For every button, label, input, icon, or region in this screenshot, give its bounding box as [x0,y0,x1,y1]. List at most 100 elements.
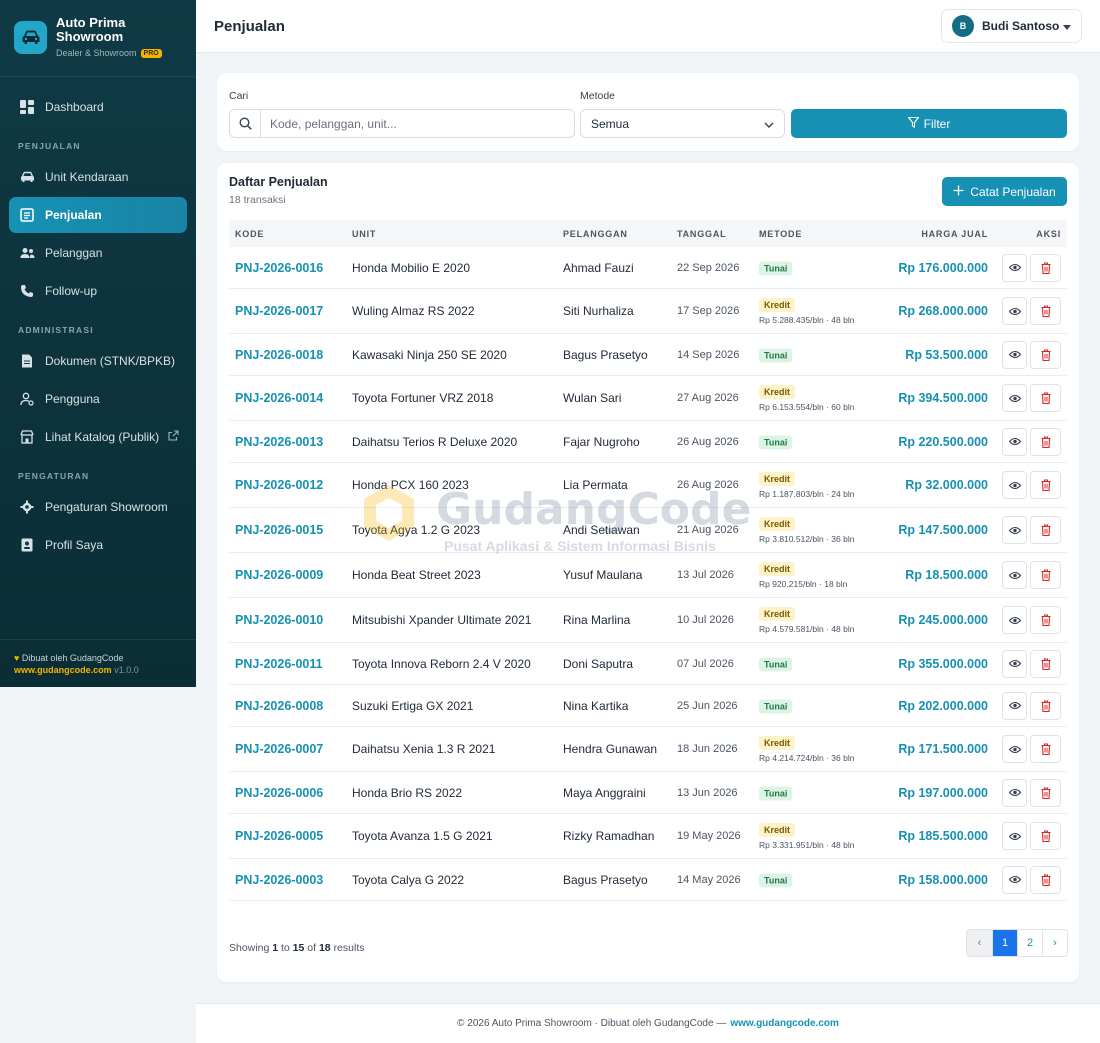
table-row[interactable]: PNJ-2026-0005 Toyota Avanza 1.5 G 2021 Riz… [229,814,1067,859]
sidebar-item-follow-up[interactable]: Follow-up [9,273,187,309]
table-row[interactable]: PNJ-2026-0009 Honda Beat Street 2023 Yusuf… [229,553,1067,598]
search-input[interactable] [261,116,561,131]
table-row[interactable]: PNJ-2026-0006 Honda Brio RS 2022 Maya Angg… [229,772,1067,814]
view-button[interactable] [1002,649,1027,678]
view-button[interactable] [1002,340,1027,369]
view-button[interactable] [1002,384,1027,412]
delete-button[interactable] [1030,735,1061,763]
page-2-button[interactable]: 2 [1017,930,1042,956]
view-button[interactable] [1002,253,1027,282]
view-button[interactable] [1002,691,1027,720]
table-row[interactable]: PNJ-2026-0003 Toyota Calya G 2022 Bagus Pr… [229,859,1067,901]
delete-button[interactable] [1030,865,1061,894]
delete-button[interactable] [1030,471,1061,499]
view-button[interactable] [1002,606,1027,634]
table-row[interactable]: PNJ-2026-0014 Toyota Fortuner VRZ 2018 Wul… [229,376,1067,421]
sidebar-item-pelanggan[interactable]: Pelanggan [9,235,187,271]
trash-icon [1041,786,1051,799]
sidebar-item-pengguna[interactable]: Pengguna [9,381,187,417]
sidebar-item-dashboard[interactable]: Dashboard [9,89,187,125]
table-row[interactable]: PNJ-2026-0013 Daihatsu Terios R Deluxe 20… [229,421,1067,463]
table-row[interactable]: PNJ-2026-0018 Kawasaki Ninja 250 SE 2020 B… [229,334,1067,376]
delete-button[interactable] [1030,253,1061,282]
table-row[interactable]: PNJ-2026-0008 Suzuki Ertiga GX 2021 Nina K… [229,685,1067,727]
method-badge: Tunai [759,348,793,362]
method-select[interactable]: Semua [580,109,785,138]
customer-name: Yusuf Maulana [563,568,643,582]
next-page-button[interactable]: › [1042,930,1067,956]
col-unit[interactable]: UNIT [352,229,376,239]
delete-button[interactable] [1030,340,1061,369]
sidebar-item-pengaturan-showroom[interactable]: Pengaturan Showroom [9,489,187,525]
col-kode[interactable]: KODE [235,229,264,239]
sale-code-link[interactable]: PNJ-2026-0013 [235,435,323,449]
unit-name: Honda Mobilio E 2020 [352,260,471,275]
sale-code-link[interactable]: PNJ-2026-0015 [235,523,323,537]
search-field[interactable] [229,109,575,138]
delete-button[interactable] [1030,649,1061,678]
col-pelanggan[interactable]: PELANGGAN [563,229,628,239]
sale-code-link[interactable]: PNJ-2026-0014 [235,391,323,405]
sale-code-link[interactable]: PNJ-2026-0006 [235,786,323,800]
delete-button[interactable] [1030,606,1061,634]
eye-icon [1008,745,1021,754]
section-penjualan: PENJUALAN [18,141,81,151]
footer-link[interactable]: www.gudangcode.com [730,1018,839,1029]
sale-code-link[interactable]: PNJ-2026-0008 [235,699,323,713]
method-badge: Kredit [759,736,796,750]
sale-code-link[interactable]: PNJ-2026-0012 [235,478,323,492]
col-metode[interactable]: METODE [759,229,802,239]
view-button[interactable] [1002,427,1027,456]
id-card-icon [19,537,35,553]
sale-code-link[interactable]: PNJ-2026-0016 [235,261,323,275]
payment-method: Tunai [759,260,793,275]
prev-page-button[interactable]: ‹ [967,930,992,956]
view-button[interactable] [1002,471,1027,499]
table-row[interactable]: PNJ-2026-0012 Honda PCX 160 2023 Lia Perma… [229,463,1067,508]
add-sale-button[interactable]: Catat Penjualan [942,177,1067,206]
table-row[interactable]: PNJ-2026-0010 Mitsubishi Xpander Ultimate… [229,598,1067,643]
brand[interactable]: Auto Prima Showroom Dealer & Showroom PR… [0,0,196,77]
delete-button[interactable] [1030,427,1061,456]
sidebar-label-follow-up: Follow-up [45,284,98,298]
sale-code-link[interactable]: PNJ-2026-0005 [235,829,323,843]
delete-button[interactable] [1030,384,1061,412]
view-button[interactable] [1002,778,1027,807]
delete-button[interactable] [1030,516,1061,544]
table-row[interactable]: PNJ-2026-0007 Daihatsu Xenia 1.3 R 2021 He… [229,727,1067,772]
sidebar-item-dokumen[interactable]: Dokumen (STNK/BPKB) [9,343,187,379]
sale-code-link[interactable]: PNJ-2026-0009 [235,568,323,582]
page-1-button[interactable]: 1 [992,930,1017,956]
user-menu-button[interactable]: B Budi Santoso [941,9,1082,43]
delete-button[interactable] [1030,822,1061,850]
delete-button[interactable] [1030,297,1061,325]
sidebar-item-katalog[interactable]: Lihat Katalog (Publik) [9,419,187,455]
col-tanggal[interactable]: TANGGAL [677,229,726,239]
view-button[interactable] [1002,822,1027,850]
delete-button[interactable] [1030,561,1061,589]
sale-code-link[interactable]: PNJ-2026-0017 [235,304,323,318]
view-button[interactable] [1002,561,1027,589]
sale-code-link[interactable]: PNJ-2026-0003 [235,873,323,887]
sale-code-link[interactable]: PNJ-2026-0018 [235,348,323,362]
sidebar-footer-link[interactable]: www.gudangcode.com [14,665,112,675]
table-row[interactable]: PNJ-2026-0017 Wuling Almaz RS 2022 Siti Nu… [229,289,1067,334]
delete-button[interactable] [1030,691,1061,720]
table-row[interactable]: PNJ-2026-0015 Toyota Agya 1.2 G 2023 Andi … [229,508,1067,553]
sale-code-link[interactable]: PNJ-2026-0011 [235,657,323,671]
sale-price: Rp 158.000.000 [898,872,988,887]
sale-code-link[interactable]: PNJ-2026-0010 [235,613,323,627]
sidebar-item-penjualan[interactable]: Penjualan [9,197,187,233]
sidebar-item-profil[interactable]: Profil Saya [9,527,187,563]
table-row[interactable]: PNJ-2026-0016 Honda Mobilio E 2020 Ahmad F… [229,247,1067,289]
sale-code-link[interactable]: PNJ-2026-0007 [235,742,323,756]
col-harga[interactable]: HARGA JUAL [921,229,988,239]
filter-button[interactable]: Filter [791,109,1067,138]
view-button[interactable] [1002,297,1027,325]
view-button[interactable] [1002,516,1027,544]
delete-button[interactable] [1030,778,1061,807]
table-row[interactable]: PNJ-2026-0011 Toyota Innova Reborn 2.4 V … [229,643,1067,685]
view-button[interactable] [1002,865,1027,894]
view-button[interactable] [1002,735,1027,763]
sidebar-item-unit-kendaraan[interactable]: Unit Kendaraan [9,159,187,195]
